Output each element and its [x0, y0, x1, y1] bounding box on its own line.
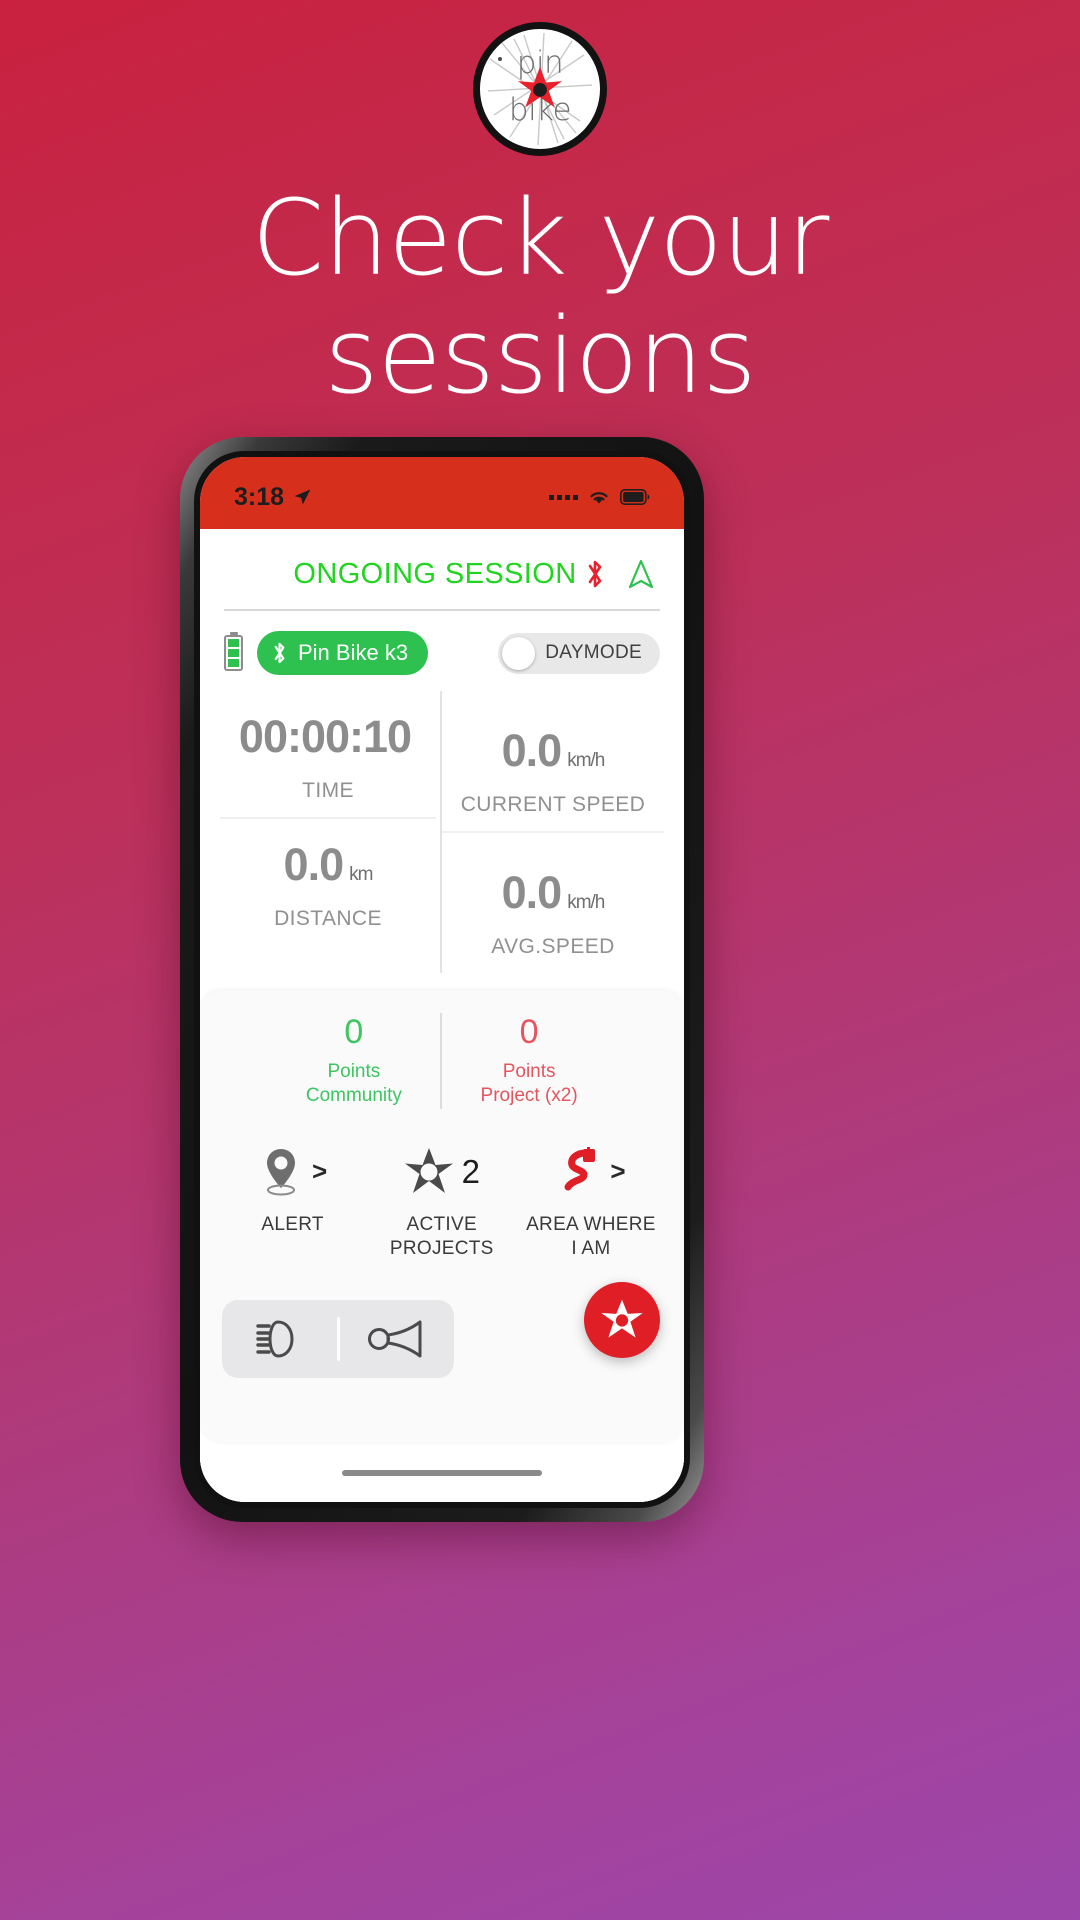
metric-number: 0.0: [501, 725, 563, 776]
action-chevron: >: [610, 1156, 626, 1187]
points-value: 0: [519, 1013, 539, 1051]
action-label-line-2: I AM: [571, 1238, 611, 1260]
phone-screen: 3:18 ONGOING SESSION Pin Bike k3 DAYMODE…: [200, 457, 684, 1502]
home-indicator-wrap: [200, 1444, 684, 1502]
device-row: Pin Bike k3 DAYMODE: [200, 611, 684, 675]
points-label-line-2: Community: [305, 1085, 402, 1107]
header-icons: [584, 557, 658, 591]
action-area-where-i-am[interactable]: > AREA WHERE I AM: [516, 1143, 665, 1262]
phone-bezel: 3:18 ONGOING SESSION Pin Bike k3 DAYMODE…: [194, 451, 690, 1508]
action-label-line-1: AREA WHERE: [526, 1213, 656, 1235]
session-fab-button[interactable]: [584, 1282, 660, 1358]
map-pin-icon: [266, 1148, 295, 1196]
metric-avg-speed: 0.0 km/h AVG.SPEED: [442, 833, 664, 973]
battery-full-icon: [620, 489, 650, 505]
metric-distance: 0.0 km DISTANCE: [220, 819, 436, 945]
bluetooth-icon[interactable]: [584, 557, 606, 591]
action-label: ALERT: [218, 1213, 367, 1238]
metric-value: 0.0 km/h: [501, 725, 606, 777]
daymode-toggle[interactable]: DAYMODE: [498, 632, 660, 674]
phone-mockup: 3:18 ONGOING SESSION Pin Bike k3 DAYMODE…: [180, 437, 704, 1522]
points-community: 0 Points Community: [268, 1013, 442, 1109]
home-indicator: [342, 1470, 542, 1476]
metric-label: TIME: [302, 779, 354, 802]
device-name: Pin Bike k3: [298, 640, 409, 665]
location-arrow-icon: [294, 489, 311, 505]
points-label: Points Community: [278, 1060, 430, 1109]
action-label: ACTIVE PROJECTS: [367, 1213, 516, 1262]
metric-value: 00:00:10: [239, 711, 417, 763]
metric-label: AVG.SPEED: [491, 935, 615, 958]
navigation-triangle-icon[interactable]: [628, 558, 654, 590]
metrics-column-right: 0.0 km/h CURRENT SPEED 0.0 km/h AVG.SPEE…: [442, 691, 664, 973]
star-fab-icon: [601, 1299, 643, 1338]
app-logo: pin bike: [473, 22, 607, 156]
action-active-projects[interactable]: 2 ACTIVE PROJECTS: [367, 1143, 516, 1262]
metric-number: 0.0: [283, 839, 345, 890]
metric-value: 0.0 km/h: [501, 867, 606, 919]
headlight-button[interactable]: [222, 1318, 337, 1360]
action-label-line-2: PROJECTS: [389, 1238, 494, 1260]
metric-unit: km/h: [567, 892, 605, 913]
logo-star-icon: [517, 66, 563, 108]
action-count: 2: [461, 1152, 480, 1190]
horn-icon: [367, 1320, 422, 1358]
bike-controls-bar: [222, 1300, 454, 1378]
metric-unit: km/h: [567, 750, 605, 771]
headlight-icon: [256, 1320, 294, 1358]
metric-current-speed: 0.0 km/h CURRENT SPEED: [442, 691, 664, 833]
actions-row: > ALERT 2 ACTIVE PROJECTS > AREA WHERE I…: [200, 1127, 684, 1262]
metric-number: 0.0: [501, 867, 563, 918]
connected-device-pill[interactable]: Pin Bike k3: [257, 631, 429, 675]
points-label-line-1: Points: [502, 1061, 556, 1082]
action-label-line-1: ALERT: [261, 1213, 324, 1235]
action-icon-wrap: 2: [367, 1143, 516, 1201]
signal-dots-icon: [549, 494, 578, 500]
promo-headline: Check your sessions: [0, 186, 1080, 408]
daymode-label: DAYMODE: [545, 642, 642, 663]
metric-label: DISTANCE: [274, 907, 382, 930]
points-value: 0: [344, 1013, 364, 1051]
points-label-line-2: Project (x2): [480, 1085, 578, 1107]
bluetooth-icon: [274, 642, 285, 664]
metric-unit: km: [349, 864, 373, 885]
headline-line-1: Check your: [251, 177, 830, 299]
points-label: Points Project (x2): [452, 1060, 606, 1109]
logo-wheel: pin bike: [473, 22, 607, 156]
page-title: ONGOING SESSION: [293, 557, 577, 590]
points-project: 0 Points Project (x2): [442, 1013, 616, 1109]
headline-line-2: sessions: [324, 295, 756, 417]
action-icon-wrap: >: [218, 1143, 367, 1201]
metrics-grid: 00:00:10 TIME 0.0 km DISTANCE 0.0 km/h C…: [200, 675, 684, 983]
metric-time: 00:00:10 TIME: [220, 691, 436, 819]
road-area-icon: [564, 1146, 596, 1191]
action-chevron: >: [311, 1156, 328, 1187]
action-label: AREA WHERE I AM: [516, 1213, 665, 1262]
points-label-line-1: Points: [327, 1061, 381, 1082]
battery-vertical-icon: [224, 635, 243, 671]
status-bar-left: 3:18: [234, 483, 312, 512]
action-alert[interactable]: > ALERT: [218, 1143, 367, 1238]
points-row: 0 Points Community 0 Points Project (x2): [200, 991, 684, 1127]
status-bar-time: 3:18: [234, 482, 285, 511]
horn-button[interactable]: [340, 1318, 455, 1360]
star-project-icon: [404, 1147, 453, 1193]
summary-card: 0 Points Community 0 Points Project (x2): [200, 991, 684, 1444]
metric-value: 0.0 km: [283, 839, 374, 891]
metric-label: CURRENT SPEED: [460, 793, 646, 816]
metric-number: 00:00:10: [238, 711, 412, 762]
metrics-column-left: 00:00:10 TIME 0.0 km DISTANCE: [220, 691, 442, 973]
action-icon-wrap: >: [516, 1143, 665, 1201]
app-content: ONGOING SESSION Pin Bike k3 DAYMODE 00:0…: [200, 529, 684, 1502]
status-bar-right: [549, 488, 650, 506]
session-header: ONGOING SESSION: [200, 529, 684, 591]
daymode-toggle-knob: [502, 636, 536, 670]
action-label-line-1: ACTIVE: [406, 1213, 477, 1235]
wifi-icon: [590, 492, 608, 504]
status-bar: 3:18: [200, 457, 684, 529]
